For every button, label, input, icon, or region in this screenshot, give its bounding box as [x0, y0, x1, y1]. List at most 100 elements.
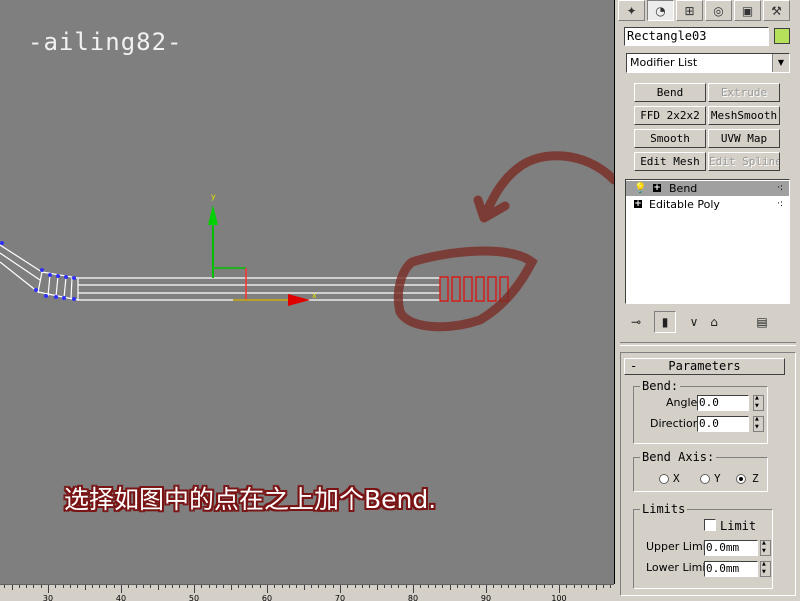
expand-plus-icon[interactable]: +: [634, 200, 642, 209]
motion-tab-icon[interactable]: ◎: [705, 0, 732, 21]
ruler-tick: [559, 585, 560, 593]
axis-x-radio[interactable]: [659, 474, 669, 484]
make-unique-icon[interactable]: ∨: [683, 311, 705, 333]
ruler-tick: [464, 585, 466, 588]
perspective-viewport[interactable]: y x -ailing82- 选择如图中的点在之上加个Bend.: [0, 0, 615, 584]
ruler-tick: [26, 585, 28, 588]
ruler-tick: [507, 585, 509, 588]
angle-spinner-arrows-icon[interactable]: [753, 395, 764, 411]
ruler-tick: [303, 585, 305, 590]
ruler-tick: [135, 585, 137, 588]
ruler-tick: [347, 585, 349, 588]
parameters-title: Parameters: [668, 359, 741, 373]
limit-checkbox-label: Limit: [720, 519, 757, 533]
axis-z-label: Z: [752, 472, 759, 485]
modifier-list-label: Modifier List: [630, 56, 698, 69]
ruler-tick: [413, 585, 414, 593]
hierarchy-tab-icon[interactable]: ⊞: [676, 0, 703, 21]
ruler-tick: [551, 585, 553, 588]
stack-toolbar: ⊸ ▮ ∨ ⌂ ▤: [625, 311, 791, 333]
command-panel-tabs: ✦ ◔ ⊞ ◎ ▣ ⚒: [616, 0, 800, 22]
time-ruler[interactable]: 30 40 50 60 70 80 90 100: [0, 584, 614, 601]
stack-item-editable-poly[interactable]: + Editable Poly ·:: [626, 197, 789, 212]
modifier-button-uvw-map[interactable]: UVW Map: [708, 129, 780, 148]
ruler-tick: [442, 585, 444, 588]
ruler-tick: [201, 585, 203, 588]
ruler-tick: [391, 585, 393, 588]
ruler-tick: [223, 585, 225, 588]
axis-x-label: x: [312, 291, 317, 300]
utilities-tab-icon[interactable]: ⚒: [763, 0, 790, 21]
upper-limit-spinner-field[interactable]: 0.0mm: [704, 540, 758, 556]
show-end-result-icon[interactable]: ▮: [654, 311, 676, 333]
ruler-tick: [595, 585, 597, 590]
ruler-tick: [420, 585, 422, 588]
transform-gizmo[interactable]: y x: [208, 192, 317, 306]
modifier-button-smooth[interactable]: Smooth: [634, 129, 706, 148]
modifier-button-extrude: Extrude: [708, 83, 780, 102]
modifier-button-edit-mesh[interactable]: Edit Mesh: [634, 152, 706, 171]
direction-spinner-arrows-icon[interactable]: [753, 416, 764, 432]
ruler-tick: [325, 585, 327, 588]
ruler-tick: [427, 585, 429, 588]
upper-limit-spinner-arrows-icon[interactable]: [760, 540, 771, 556]
ruler-tick: [310, 585, 312, 588]
expand-plus-icon[interactable]: +: [653, 184, 661, 193]
axis-y-label: y: [211, 192, 216, 201]
ruler-tick: [573, 585, 575, 588]
ruler-tick: [157, 585, 159, 590]
ruler-tick: [588, 585, 590, 588]
ruler-tick: [48, 585, 49, 593]
lower-limit-spinner-arrows-icon[interactable]: [760, 561, 771, 577]
straight-geometry: [78, 277, 440, 301]
chevron-down-icon[interactable]: ▼: [772, 54, 789, 72]
ruler-tick: [179, 585, 181, 588]
ruler-tick: [449, 585, 451, 590]
axis-x-label: X: [673, 472, 680, 485]
ruler-tick: [245, 585, 247, 588]
ruler-tick: [369, 585, 371, 588]
modifier-list-dropdown[interactable]: Modifier List ▼: [626, 53, 790, 73]
modifier-button-meshsmooth[interactable]: MeshSmooth: [708, 106, 780, 125]
lightbulb-icon[interactable]: 💡: [634, 181, 646, 196]
modify-tab-icon[interactable]: ◔: [647, 0, 674, 21]
annotation-arrow: [473, 151, 614, 223]
selected-vertices[interactable]: [439, 276, 509, 302]
stack-item-label: Editable Poly: [649, 198, 720, 211]
ruler-tick: [77, 585, 79, 588]
limit-checkbox[interactable]: [704, 519, 716, 531]
pin-stack-icon[interactable]: ⊸: [625, 311, 647, 333]
axis-z-radio[interactable]: [736, 474, 746, 484]
ruler-tick: [522, 585, 524, 590]
ruler-tick: [106, 585, 108, 588]
ruler-tick: [121, 585, 122, 593]
ruler-tick: [361, 585, 363, 588]
ruler-tick: [84, 585, 86, 590]
command-panel: ✦ ◔ ⊞ ◎ ▣ ⚒ Rectangle03 Modifier List ▼ …: [616, 0, 800, 600]
ruler-tick: [128, 585, 130, 588]
stack-item-bend[interactable]: 💡 + Bend ·:: [626, 181, 789, 196]
ruler-tick: [186, 585, 188, 588]
direction-spinner-field[interactable]: 0.0: [697, 416, 749, 432]
ruler-tick: [172, 585, 174, 588]
ruler-tick: [274, 585, 276, 588]
configure-sets-icon[interactable]: ▤: [751, 311, 773, 333]
display-tab-icon[interactable]: ▣: [734, 0, 761, 21]
object-name-field[interactable]: Rectangle03: [624, 27, 769, 46]
object-color-swatch[interactable]: [774, 28, 790, 44]
ruler-tick: [456, 585, 458, 588]
angle-spinner-field[interactable]: 0.0: [697, 395, 749, 411]
stack-item-dots: ·:: [777, 199, 783, 209]
axis-y-radio[interactable]: [700, 474, 710, 484]
modifier-stack[interactable]: 💡 + Bend ·: + Editable Poly ·:: [625, 179, 790, 304]
parameters-rollout-header[interactable]: - Parameters: [624, 358, 785, 375]
create-tab-icon[interactable]: ✦: [618, 0, 645, 21]
lower-limit-spinner-field[interactable]: 0.0mm: [704, 561, 758, 577]
ruler-tick: [318, 585, 320, 588]
modifier-button-ffd-2x2x2[interactable]: FFD 2x2x2: [634, 106, 706, 125]
ruler-tick: [544, 585, 546, 588]
ruler-tick: [237, 585, 239, 588]
bent-geometry: [0, 244, 79, 301]
remove-modifier-icon[interactable]: ⌂: [703, 311, 725, 333]
modifier-button-bend[interactable]: Bend: [634, 83, 706, 102]
